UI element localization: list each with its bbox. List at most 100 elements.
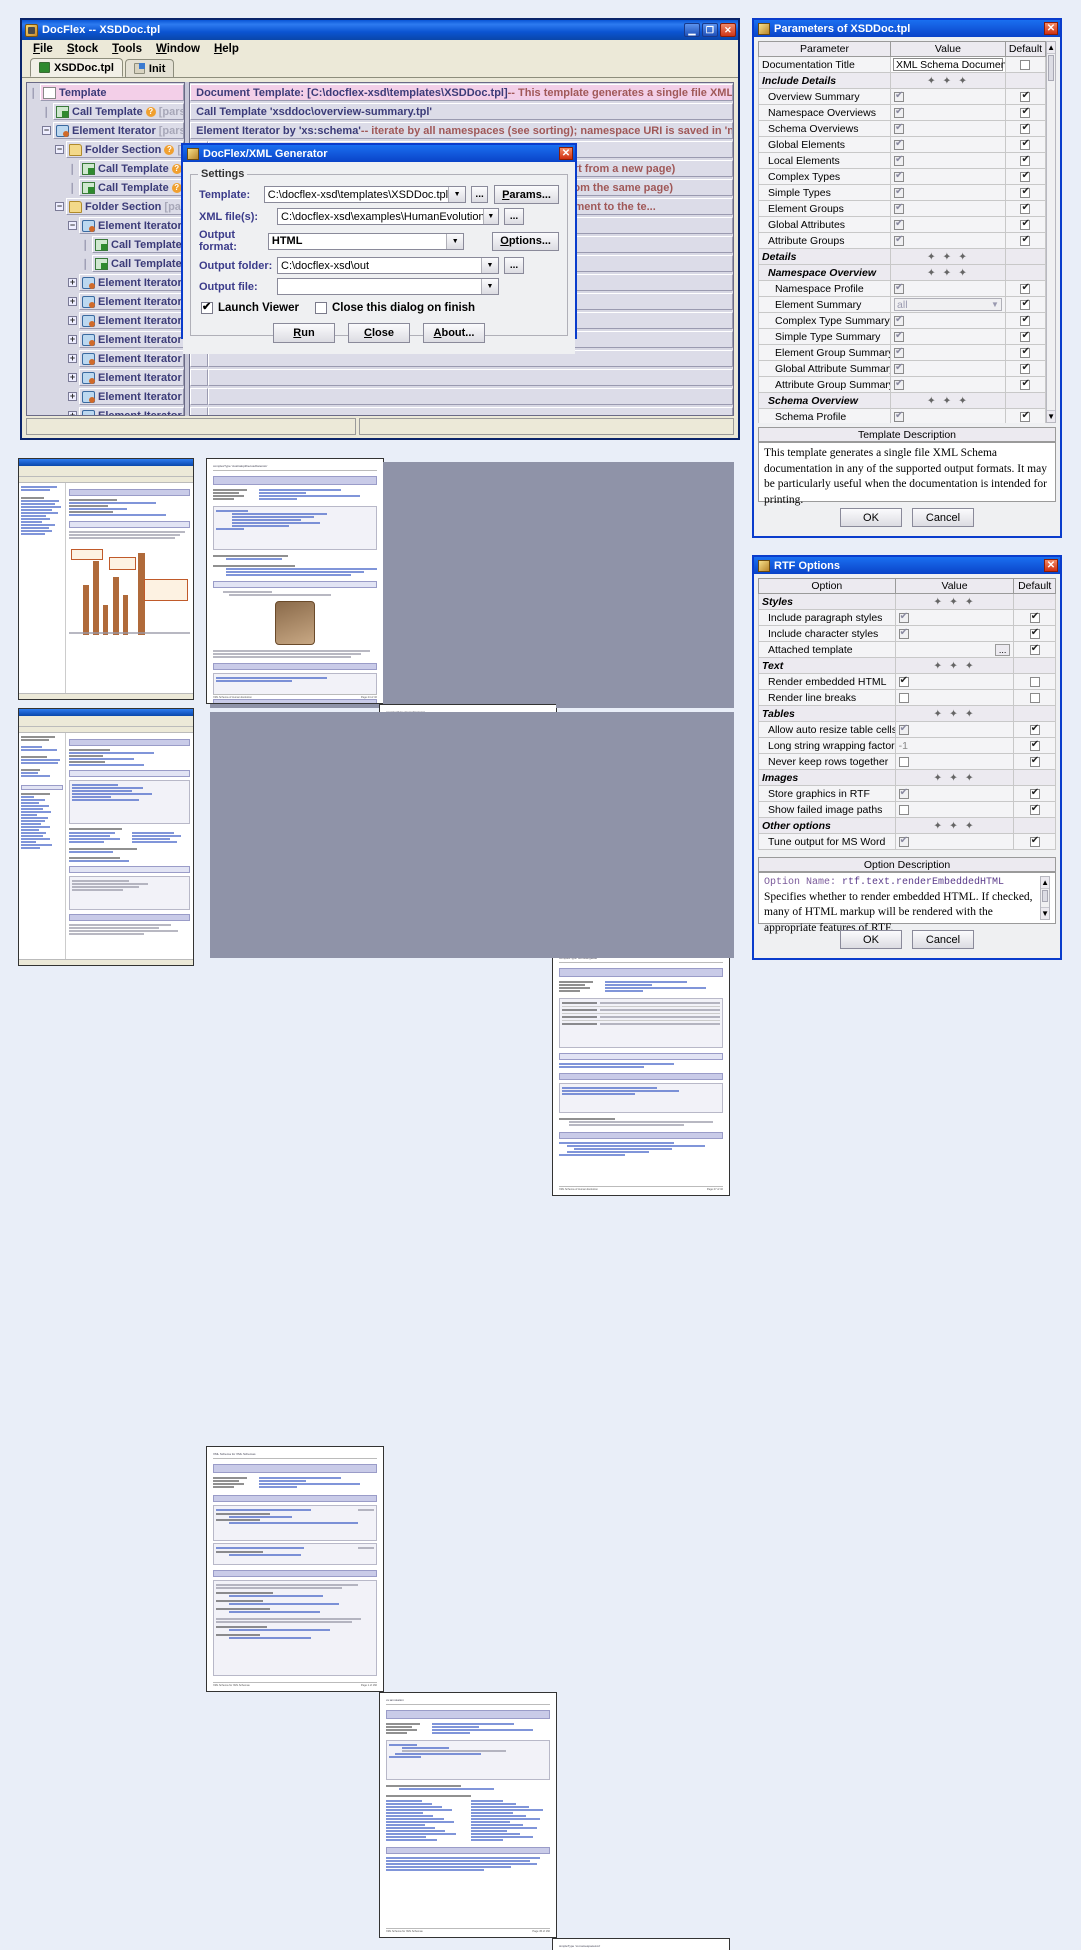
field-combo[interactable]: C:\docflex-xsd\templates\XSDDoc.tpl▼	[264, 186, 466, 203]
tree-expander[interactable]: +	[66, 293, 79, 310]
parameter-row[interactable]: Attribute Group Summary	[759, 377, 1046, 393]
parameter-value-cell[interactable]	[891, 137, 1006, 153]
ok-button[interactable]: OK	[840, 508, 902, 527]
close-on-finish-checkbox[interactable]: Close this dialog on finish	[315, 302, 475, 314]
parameter-value-input[interactable]: XML Schema Documentation	[891, 57, 1006, 73]
parameter-default-cell[interactable]	[1005, 281, 1045, 297]
parameter-default-cell[interactable]	[1005, 361, 1045, 377]
rtf-option-default-cell[interactable]	[1014, 690, 1056, 706]
checkbox-icon[interactable]	[894, 364, 904, 374]
rtf-option-row[interactable]: Styles✦ ✦ ✦	[759, 594, 1056, 610]
rtf-option-default-cell[interactable]	[1014, 754, 1056, 770]
parameters-scrollbar[interactable]: ▲ ▼	[1046, 41, 1056, 423]
tree-expander[interactable]: +	[66, 388, 79, 405]
parameter-row[interactable]: Global Elements	[759, 137, 1046, 153]
maximize-button[interactable]: ❐	[702, 23, 718, 37]
rtf-option-row[interactable]: Render line breaks	[759, 690, 1056, 706]
tree-row-cell[interactable]: Element Iterator?[pars]	[79, 312, 184, 329]
rtf-option-row[interactable]: Include paragraph styles	[759, 610, 1056, 626]
rtf-option-default-cell[interactable]	[1014, 642, 1056, 658]
rtf-option-column-header[interactable]: Option	[759, 579, 896, 594]
parameter-row[interactable]: Attribute Groups	[759, 233, 1046, 249]
checkbox-icon[interactable]	[894, 220, 904, 230]
parameter-value-combo[interactable]: all▼	[891, 297, 1006, 313]
parameter-row[interactable]: Complex Type Summary	[759, 313, 1046, 329]
menu-window[interactable]: Window	[149, 42, 207, 56]
default-checkbox-icon[interactable]	[1030, 693, 1040, 703]
chevron-down-icon[interactable]: ▼	[448, 187, 465, 202]
tree-row[interactable]: −Element Iterator?[pars]	[27, 216, 184, 235]
rtf-option-value-cell[interactable]	[895, 690, 1014, 706]
parameter-default-cell[interactable]	[1005, 57, 1045, 73]
default-checkbox-icon[interactable]	[1020, 60, 1030, 70]
parameter-default-cell[interactable]	[1005, 89, 1045, 105]
document-page-preview[interactable]: complexType 'AustralopithecusAfarensis'X…	[206, 458, 384, 704]
rtf-option-default-cell[interactable]	[1014, 738, 1056, 754]
field-combo[interactable]: C:\docflex-xsd\out▼	[277, 257, 499, 274]
rtf-option-default-cell[interactable]	[1014, 626, 1056, 642]
checkbox-icon[interactable]	[899, 613, 909, 623]
text-input[interactable]: XML Schema Documentation	[893, 58, 1003, 71]
tree-row-cell[interactable]: Call Template?[pars]	[79, 179, 184, 196]
option-description-scrollbar[interactable]: ▲ ▼	[1040, 876, 1050, 920]
parameter-value-cell[interactable]	[891, 105, 1006, 121]
parameter-default-cell[interactable]	[1005, 105, 1045, 121]
browser-preview-html-output[interactable]	[18, 458, 194, 700]
parameter-default-cell[interactable]	[1005, 121, 1045, 137]
close-icon[interactable]: ✕	[559, 147, 573, 160]
scrollbar-thumb[interactable]	[1042, 890, 1048, 902]
tree-row-cell[interactable]: Element Iterator?[pars]	[79, 407, 184, 416]
checkbox-icon[interactable]	[899, 837, 909, 847]
rtf-option-row[interactable]: Other options✦ ✦ ✦	[759, 818, 1056, 834]
rtf-option-value-cell[interactable]	[895, 754, 1014, 770]
checkbox-icon[interactable]	[894, 348, 904, 358]
detail-row[interactable]	[190, 387, 733, 406]
detail-row[interactable]: Call Template 'xsddoc\overview-summary.t…	[190, 102, 733, 121]
rtf-option-column-header[interactable]: Value	[895, 579, 1014, 594]
parameter-value-cell[interactable]	[891, 201, 1006, 217]
tree-row-cell[interactable]: Element Iterator?[pars]	[79, 388, 184, 405]
menu-help[interactable]: Help	[207, 42, 246, 56]
rtf-option-row[interactable]: Long string wrapping factor-1	[759, 738, 1056, 754]
default-checkbox-icon[interactable]	[1020, 284, 1030, 294]
launch-viewer-checkbox[interactable]: Launch Viewer	[201, 302, 299, 314]
default-checkbox-icon[interactable]	[1020, 332, 1030, 342]
parameter-default-cell[interactable]	[1005, 201, 1045, 217]
ok-button[interactable]: OK	[840, 930, 902, 949]
tree-row[interactable]: │Template	[27, 83, 184, 102]
close-icon[interactable]: ✕	[1044, 22, 1058, 35]
parameter-default-cell[interactable]	[1005, 297, 1045, 313]
parameter-value-cell[interactable]	[891, 377, 1006, 393]
parameter-value-cell[interactable]	[891, 345, 1006, 361]
rtf-option-row[interactable]: Show failed image paths	[759, 802, 1056, 818]
tree-row-cell[interactable]: Element Iterator?[pars]	[79, 274, 184, 291]
default-checkbox-icon[interactable]	[1020, 156, 1030, 166]
default-checkbox-icon[interactable]	[1020, 348, 1030, 358]
checkbox-icon[interactable]	[899, 629, 909, 639]
tree-row[interactable]: +Element Iterator?[pars]	[27, 387, 184, 406]
default-checkbox-icon[interactable]	[1020, 300, 1030, 310]
help-icon[interactable]: ?	[164, 145, 174, 155]
rtf-option-value-cell[interactable]	[895, 626, 1014, 642]
parameter-row[interactable]: Global Attributes	[759, 217, 1046, 233]
tree-expander[interactable]: −	[66, 217, 79, 234]
checkbox-icon[interactable]	[894, 204, 904, 214]
default-checkbox-icon[interactable]	[1020, 124, 1030, 134]
parameter-value-cell[interactable]	[891, 329, 1006, 345]
close-dialog-button[interactable]: Close	[348, 323, 410, 343]
default-checkbox-icon[interactable]	[1020, 236, 1030, 246]
rtf-option-value-cell[interactable]	[895, 802, 1014, 818]
tree-expander[interactable]: +	[66, 274, 79, 291]
default-checkbox-icon[interactable]	[1020, 364, 1030, 374]
scroll-down-icon[interactable]: ▼	[1041, 907, 1049, 919]
parameter-value-cell[interactable]	[891, 313, 1006, 329]
cancel-button[interactable]: Cancel	[912, 930, 974, 949]
document-page-preview[interactable]: xs:annotationXML Schema for XML SchemasP…	[379, 1692, 557, 1938]
parameter-default-cell[interactable]	[1005, 345, 1045, 361]
default-checkbox-icon[interactable]	[1020, 316, 1030, 326]
default-checkbox-icon[interactable]	[1030, 837, 1040, 847]
tree-row[interactable]: +Element Iterator?[pars]	[27, 273, 184, 292]
tree-row[interactable]: │Call Template?[pars]	[27, 235, 184, 254]
checkbox-icon[interactable]	[894, 236, 904, 246]
detail-row[interactable]	[190, 368, 733, 387]
